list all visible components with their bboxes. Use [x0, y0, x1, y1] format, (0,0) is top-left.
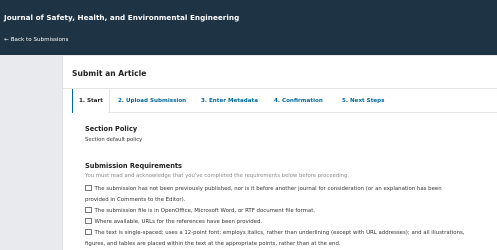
requirement-text: The submission has not been previously p… [94, 186, 442, 192]
back-link-label: Back to Submissions [10, 37, 69, 43]
requirement-checkbox[interactable] [85, 206, 92, 214]
submission-card: Submit an Article 1. Start 2. Upload Sub… [62, 56, 497, 250]
card-header: Submit an Article [63, 56, 497, 89]
requirement-text: The submission file is in OpenOffice, Mi… [94, 208, 316, 214]
top-header: Journal of Safety, Health, and Environme… [0, 0, 497, 55]
page-title: Submit an Article [72, 69, 147, 78]
requirement-text: Where available, URLs for the references… [94, 219, 263, 225]
wizard-tabs: 1. Start 2. Upload Submission 3. Enter M… [72, 89, 497, 113]
submission-requirements-title: Submission Requirements [85, 162, 182, 170]
back-to-submissions-link[interactable]: ← Back to Submissions [4, 37, 68, 43]
requirement-text-continued: figures, and tables are placed within th… [85, 240, 341, 247]
requirement-item: The text is single-spaced; uses a 12-poi… [85, 228, 493, 249]
requirement-checkbox[interactable] [85, 184, 92, 192]
tab-upload-submission[interactable]: 2. Upload Submission [118, 89, 186, 113]
requirement-checkbox[interactable] [85, 217, 92, 225]
tab-start[interactable]: 1. Start [72, 89, 110, 113]
requirements-instruction: You must read and acknowledge that you'v… [85, 173, 350, 179]
requirement-text: The text is single-spaced; uses a 12-poi… [94, 230, 465, 236]
requirement-item: The submission has not been previously p… [85, 184, 493, 205]
tab-confirmation[interactable]: 4. Confirmation [274, 89, 323, 113]
tab-divider [108, 112, 497, 113]
requirement-text-continued: provided in Comments to the Editor). [85, 196, 186, 203]
section-policy-title: Section Policy [85, 125, 138, 133]
requirement-item: The submission file is in OpenOffice, Mi… [85, 206, 493, 217]
section-policy-text: Section default policy [85, 137, 143, 143]
requirement-item: Where available, URLs for the references… [85, 217, 493, 228]
arrow-left-icon: ← [4, 37, 9, 43]
tab-enter-metadata[interactable]: 3. Enter Metadata [201, 89, 258, 113]
requirement-checkbox[interactable] [85, 228, 92, 236]
tab-next-steps[interactable]: 5. Next Steps [342, 89, 385, 113]
journal-title[interactable]: Journal of Safety, Health, and Environme… [4, 13, 239, 22]
